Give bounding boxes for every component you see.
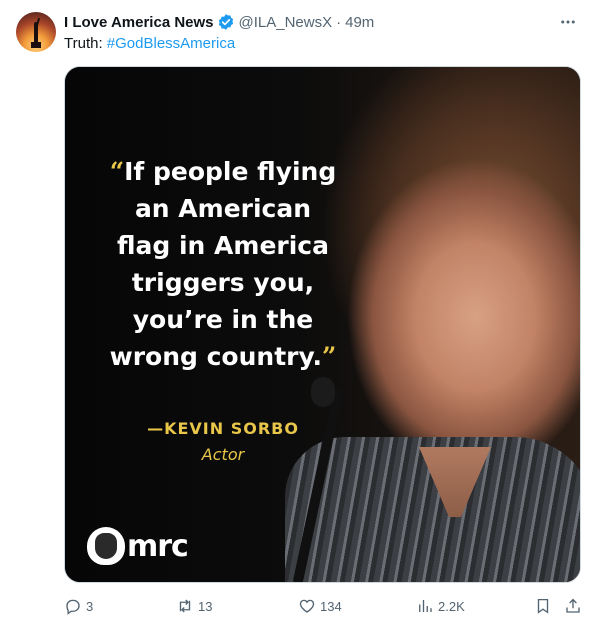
repost-count: 13 [198, 598, 213, 614]
bookmark-icon [537, 598, 549, 614]
author-name[interactable]: I Love America News [64, 14, 214, 31]
tweet-text-prefix: Truth: [64, 35, 107, 52]
quote-text: “If people flying an American flag in Am… [93, 153, 353, 375]
close-quote-mark: ” [321, 342, 337, 371]
like-button[interactable]: 134 [298, 594, 342, 618]
author-handle[interactable]: @ILA_NewsX [239, 14, 333, 31]
action-bar: 3 13 134 2.2K [64, 594, 582, 618]
separator-dot: · [336, 13, 342, 31]
quote-line: “If people flying [109, 157, 337, 186]
like-icon [299, 599, 315, 613]
quote-role: Actor [201, 445, 245, 464]
quote-line: flag in America [116, 231, 329, 260]
reply-icon [66, 599, 80, 615]
tweet[interactable]: I Love America News @ILA_NewsX · 49m Tru… [0, 0, 598, 628]
more-icon[interactable] [556, 10, 580, 34]
tweet-text: Truth: #GodBlessAmerica [64, 34, 235, 54]
tweet-media[interactable]: “If people flying an American flag in Am… [64, 66, 581, 583]
quote-line: triggers you, [131, 268, 315, 297]
mrc-logo: mrc [87, 525, 189, 567]
tweet-header: I Love America News @ILA_NewsX · 49m [64, 12, 374, 32]
timestamp[interactable]: 49m [345, 14, 374, 31]
avatar[interactable] [16, 12, 56, 52]
repost-button[interactable]: 13 [176, 594, 212, 618]
share-button[interactable] [564, 594, 582, 618]
open-quote-mark: “ [109, 157, 125, 186]
mrc-logo-text: mrc [127, 528, 189, 564]
mrc-logo-icon [87, 527, 125, 565]
quote-attribution: —KEVIN SORBO [147, 419, 299, 438]
repost-icon [179, 599, 191, 613]
hashtag-link[interactable]: #GodBlessAmerica [107, 35, 235, 52]
quote-line: wrong country.” [109, 342, 337, 371]
views-count: 2.2K [438, 598, 465, 614]
views-icon [419, 600, 432, 612]
photo-microphone-head [311, 377, 335, 407]
quote-line: you’re in the [132, 305, 314, 334]
views-button[interactable]: 2.2K [416, 594, 465, 618]
reply-button[interactable]: 3 [64, 594, 93, 618]
like-count: 134 [320, 598, 342, 614]
bookmark-button[interactable] [534, 594, 552, 618]
reply-count: 3 [86, 598, 94, 614]
verified-badge-icon [218, 14, 233, 30]
share-icon [566, 598, 580, 613]
quote-line: an American [134, 194, 312, 223]
